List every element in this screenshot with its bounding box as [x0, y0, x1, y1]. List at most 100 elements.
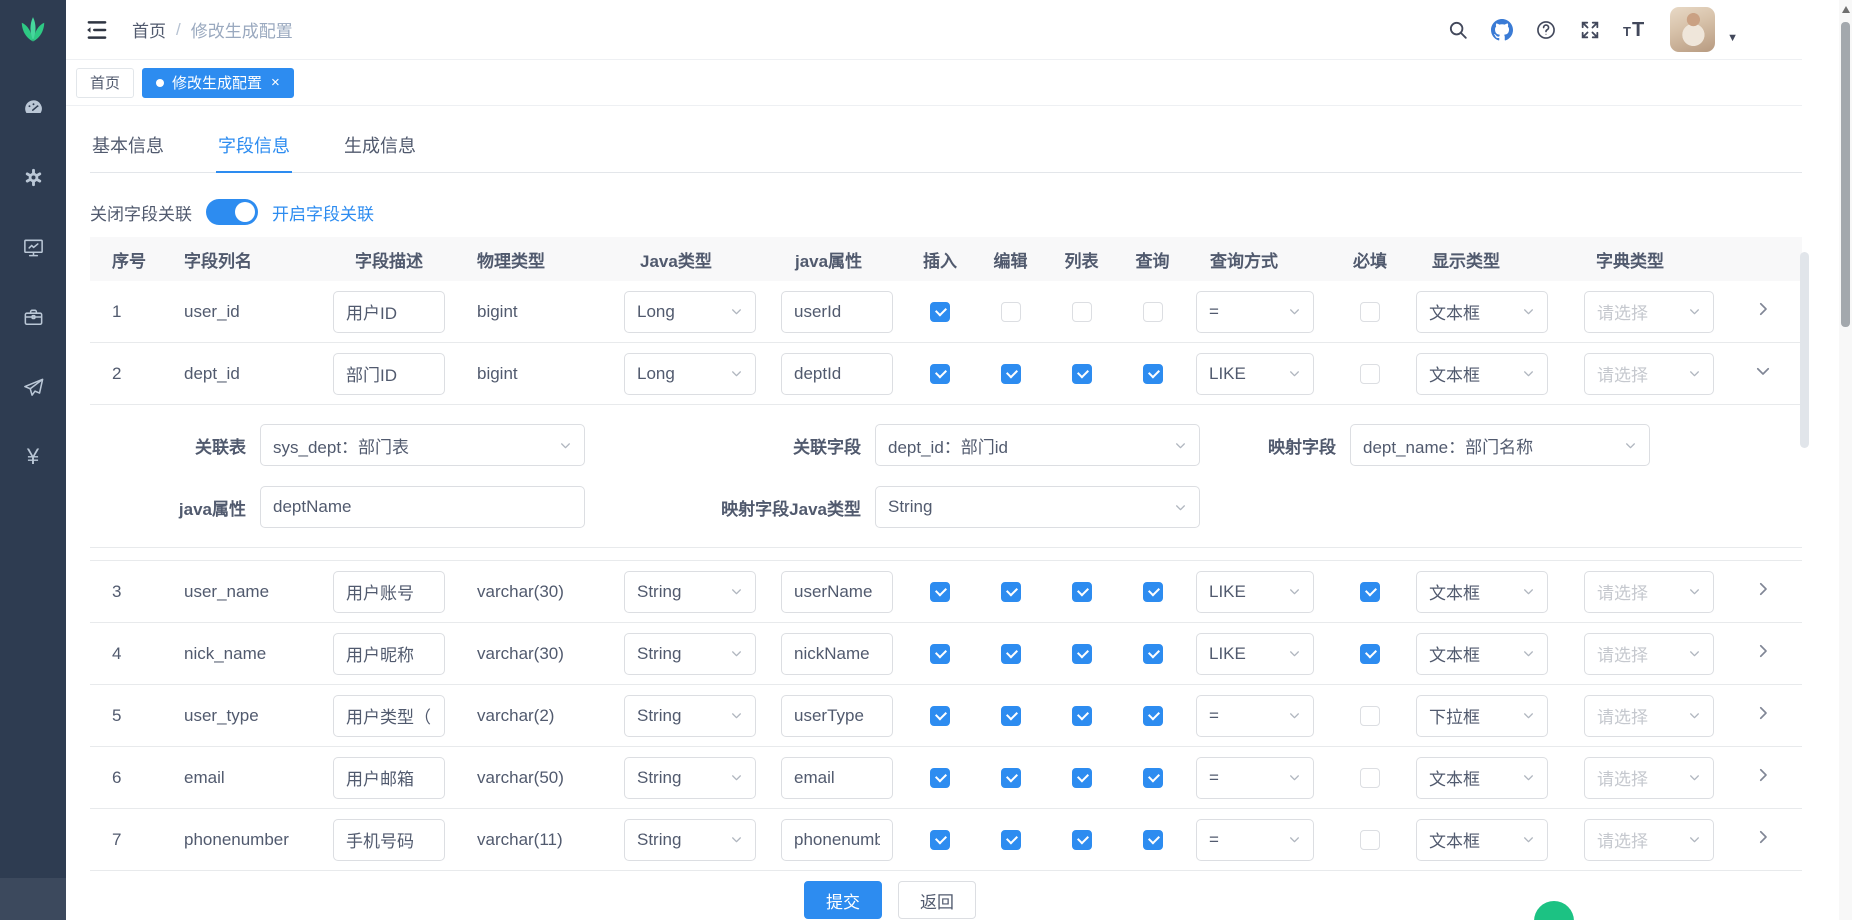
list-checkbox[interactable] — [1072, 302, 1092, 322]
required-checkbox[interactable] — [1360, 644, 1380, 664]
dict-type-select[interactable]: 请选择 — [1584, 571, 1714, 613]
sidebar-item-dashboard[interactable] — [0, 72, 66, 142]
description-input[interactable] — [333, 819, 445, 861]
query-type-select[interactable]: LIKE — [1196, 571, 1314, 613]
expand-row-icon[interactable] — [1754, 704, 1772, 722]
expand-row-icon[interactable] — [1754, 300, 1772, 318]
expand-row-icon[interactable] — [1754, 766, 1772, 784]
required-checkbox[interactable] — [1360, 582, 1380, 602]
java-field-input[interactable] — [781, 695, 893, 737]
edit-checkbox[interactable] — [1001, 302, 1021, 322]
query-checkbox[interactable] — [1143, 830, 1163, 850]
expand-row-icon[interactable] — [1754, 580, 1772, 598]
tag-home[interactable]: 首页 — [76, 68, 134, 98]
java-type-select[interactable]: Long — [624, 291, 756, 333]
tab-basic-info[interactable]: 基本信息 — [90, 130, 166, 172]
query-type-select[interactable]: = — [1196, 757, 1314, 799]
query-type-select[interactable]: = — [1196, 695, 1314, 737]
submit-button[interactable]: 提交 — [804, 881, 882, 919]
list-checkbox[interactable] — [1072, 582, 1092, 602]
dict-type-select[interactable]: 请选择 — [1584, 757, 1714, 799]
fullscreen-icon[interactable] — [1578, 18, 1602, 42]
search-icon[interactable] — [1446, 18, 1470, 42]
insert-checkbox[interactable] — [930, 644, 950, 664]
association-select[interactable]: dept_name：部门名称 — [1350, 424, 1650, 466]
user-avatar[interactable] — [1670, 7, 1715, 52]
java-type-select[interactable]: String — [624, 695, 756, 737]
description-input[interactable] — [333, 353, 445, 395]
edit-checkbox[interactable] — [1001, 830, 1021, 850]
page-scrollbar[interactable] — [1839, 0, 1852, 920]
java-field-input[interactable] — [781, 757, 893, 799]
list-checkbox[interactable] — [1072, 830, 1092, 850]
description-input[interactable] — [333, 757, 445, 799]
java-field-input[interactable] — [781, 353, 893, 395]
display-type-select[interactable]: 文本框 — [1416, 291, 1548, 333]
query-checkbox[interactable] — [1143, 582, 1163, 602]
dict-type-select[interactable]: 请选择 — [1584, 695, 1714, 737]
scrollbar-up-arrow-icon[interactable] — [1842, 6, 1850, 13]
user-menu-caret-icon[interactable]: ▼ — [1727, 32, 1738, 44]
edit-checkbox[interactable] — [1001, 706, 1021, 726]
display-type-select[interactable]: 下拉框 — [1416, 695, 1548, 737]
list-checkbox[interactable] — [1072, 768, 1092, 788]
query-checkbox[interactable] — [1143, 644, 1163, 664]
help-icon[interactable] — [1534, 18, 1558, 42]
query-checkbox[interactable] — [1143, 706, 1163, 726]
insert-checkbox[interactable] — [930, 582, 950, 602]
expand-row-icon[interactable] — [1754, 828, 1772, 846]
display-type-select[interactable]: 文本框 — [1416, 571, 1548, 613]
edit-checkbox[interactable] — [1001, 644, 1021, 664]
query-checkbox[interactable] — [1143, 768, 1163, 788]
query-type-select[interactable]: = — [1196, 291, 1314, 333]
back-button[interactable]: 返回 — [898, 881, 976, 919]
insert-checkbox[interactable] — [930, 706, 950, 726]
sidebar-footer[interactable] — [0, 878, 66, 920]
java-type-select[interactable]: String — [624, 819, 756, 861]
sidebar-item-paper-plane[interactable] — [0, 352, 66, 422]
association-select[interactable]: sys_dept：部门表 — [260, 424, 585, 466]
dict-type-select[interactable]: 请选择 — [1584, 353, 1714, 395]
query-checkbox[interactable] — [1143, 364, 1163, 384]
required-checkbox[interactable] — [1360, 364, 1380, 384]
breadcrumb-home[interactable]: 首页 — [132, 17, 166, 42]
sidebar-item-settings[interactable] — [0, 142, 66, 212]
edit-checkbox[interactable] — [1001, 364, 1021, 384]
description-input[interactable] — [333, 291, 445, 333]
description-input[interactable] — [333, 633, 445, 675]
java-type-select[interactable]: String — [624, 757, 756, 799]
java-field-input[interactable] — [781, 291, 893, 333]
java-field-input[interactable] — [781, 819, 893, 861]
association-java-type-select[interactable]: String — [875, 486, 1200, 528]
insert-checkbox[interactable] — [930, 768, 950, 788]
insert-checkbox[interactable] — [930, 302, 950, 322]
java-type-select[interactable]: String — [624, 571, 756, 613]
menu-fold-icon[interactable] — [84, 17, 110, 43]
required-checkbox[interactable] — [1360, 302, 1380, 322]
association-select[interactable]: dept_id：部门id — [875, 424, 1200, 466]
insert-checkbox[interactable] — [930, 364, 950, 384]
list-checkbox[interactable] — [1072, 706, 1092, 726]
list-checkbox[interactable] — [1072, 644, 1092, 664]
sidebar-item-toolbox[interactable] — [0, 282, 66, 352]
table-scrollbar-thumb[interactable] — [1800, 252, 1809, 448]
dict-type-select[interactable]: 请选择 — [1584, 291, 1714, 333]
required-checkbox[interactable] — [1360, 706, 1380, 726]
query-type-select[interactable]: LIKE — [1196, 633, 1314, 675]
font-size-icon[interactable]: TT — [1622, 18, 1646, 42]
collapse-row-icon[interactable] — [1754, 362, 1772, 380]
github-icon[interactable] — [1490, 18, 1514, 42]
display-type-select[interactable]: 文本框 — [1416, 757, 1548, 799]
required-checkbox[interactable] — [1360, 768, 1380, 788]
field-relation-switch[interactable] — [206, 199, 258, 225]
sidebar-item-monitor[interactable] — [0, 212, 66, 282]
display-type-select[interactable]: 文本框 — [1416, 633, 1548, 675]
java-type-select[interactable]: Long — [624, 353, 756, 395]
app-logo[interactable] — [0, 0, 66, 58]
tag-close-icon[interactable]: × — [271, 74, 280, 91]
query-type-select[interactable]: = — [1196, 819, 1314, 861]
edit-checkbox[interactable] — [1001, 582, 1021, 602]
tag-current-page[interactable]: 修改生成配置 × — [142, 68, 294, 98]
display-type-select[interactable]: 文本框 — [1416, 819, 1548, 861]
java-field-input[interactable] — [781, 633, 893, 675]
